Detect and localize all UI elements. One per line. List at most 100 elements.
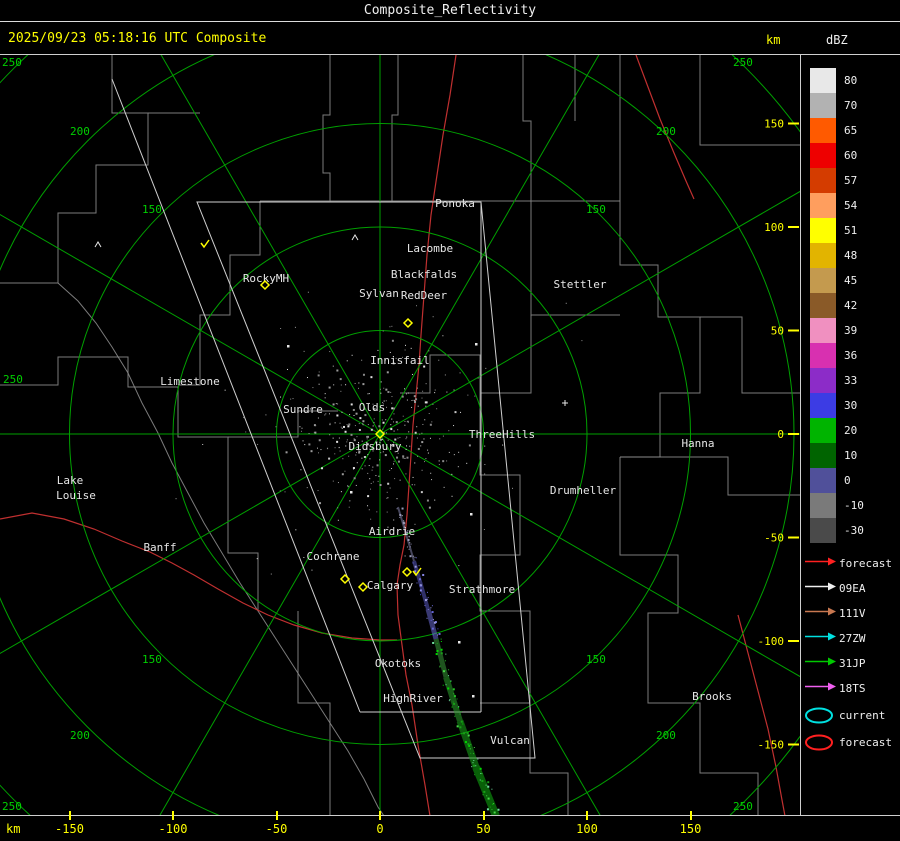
dbz-value-label: 80	[844, 74, 858, 87]
echo-speck	[386, 371, 389, 374]
echo-speck	[328, 457, 331, 460]
echo-speck	[391, 468, 393, 470]
echo-speck	[463, 732, 466, 735]
city-label-calgary: Calgary	[367, 579, 414, 592]
echo-speck	[425, 383, 427, 385]
echo-speck	[426, 499, 429, 502]
echo-speck	[303, 350, 305, 352]
echo-speck	[389, 326, 391, 328]
echo-speck	[367, 454, 369, 456]
echo-speck	[415, 398, 418, 401]
echo-speck	[361, 359, 363, 361]
echo-speck	[320, 509, 322, 511]
echo-speck	[472, 762, 474, 764]
dbz-swatch	[810, 493, 836, 518]
echo-speck	[370, 518, 372, 520]
echo-speck	[355, 484, 357, 486]
echo-speck	[300, 469, 302, 471]
echo-speck	[396, 498, 398, 500]
echo-speck	[475, 765, 477, 767]
echo-speck	[367, 393, 369, 395]
echo-speck	[381, 419, 383, 421]
echo-speck	[444, 374, 446, 376]
echo-speck	[472, 753, 474, 755]
echo-speck	[342, 458, 344, 460]
echo-speck	[340, 426, 342, 428]
legend-label: 09EA	[839, 582, 866, 595]
echo-speck	[485, 367, 487, 369]
echo-speck	[457, 466, 459, 468]
dbz-level-row: 30	[801, 393, 900, 418]
legend-label: forecast	[839, 736, 892, 749]
echo-speck	[432, 634, 434, 636]
county-boundary	[619, 201, 701, 458]
county-boundary	[530, 201, 620, 316]
echo-speck	[370, 376, 373, 379]
echo-speck	[431, 479, 433, 481]
echo-speck	[352, 467, 355, 470]
swath-segment	[443, 676, 463, 722]
echo-speck	[458, 706, 460, 708]
echo-speck	[425, 458, 427, 460]
station-dot-icon	[458, 641, 461, 644]
dbz-level-row: 10	[801, 443, 900, 468]
city-label-didsbury: Didsbury	[349, 440, 402, 453]
check-marker-icon	[200, 239, 210, 249]
city-label-reddeer: RedDeer	[401, 289, 448, 302]
echo-speck	[383, 387, 385, 389]
dbz-value-label: -30	[844, 524, 864, 537]
city-label-ponoka: Ponoka	[435, 197, 475, 210]
echo-speck	[392, 407, 395, 410]
echo-speck	[483, 528, 485, 530]
echo-speck	[415, 557, 417, 559]
echo-speck	[565, 302, 567, 304]
legend-track-31jp: 31JP	[801, 650, 900, 675]
echo-speck	[337, 482, 339, 484]
echo-speck	[406, 546, 408, 548]
echo-speck	[356, 462, 358, 464]
echo-speck	[334, 447, 336, 449]
echo-speck	[318, 371, 320, 373]
echo-speck	[361, 457, 363, 459]
echo-speck	[411, 406, 413, 408]
dbz-swatch	[810, 368, 836, 393]
station-dot-icon	[470, 513, 473, 516]
range-label: 200	[70, 125, 90, 138]
echo-speck	[304, 444, 306, 446]
dbz-swatch	[810, 93, 836, 118]
echo-speck	[449, 699, 451, 701]
radar-viewer-window: Composite_Reflectivity 2025/09/23 05:18:…	[0, 0, 900, 841]
dbz-value-label: 10	[844, 449, 858, 462]
echo-speck	[412, 555, 414, 557]
echo-speck	[361, 468, 363, 470]
echo-speck	[404, 555, 406, 557]
echo-speck	[422, 390, 424, 392]
echo-speck	[295, 529, 297, 531]
echo-speck	[442, 460, 445, 463]
dbz-level-row: 70	[801, 93, 900, 118]
dbz-swatch	[810, 418, 836, 443]
echo-speck	[451, 706, 453, 708]
echo-speck	[287, 368, 289, 370]
echo-speck	[348, 506, 350, 508]
x-axis-tick-label: 150	[679, 822, 702, 836]
dbz-value-label: 33	[844, 374, 858, 387]
range-label: 150	[586, 203, 606, 216]
echo-speck	[379, 459, 381, 461]
echo-speck	[350, 403, 353, 406]
echo-speck	[404, 420, 406, 422]
echo-speck	[431, 611, 434, 614]
dbz-colorbar: 80 70 65 60 57 54 51 48 45 42 39 36 33 30 20 10 0 -10 -30	[801, 68, 900, 543]
city-label-highriver: HighRiver	[383, 692, 443, 705]
echo-speck	[390, 428, 393, 431]
county-boundary	[619, 457, 759, 816]
echo-speck	[348, 423, 351, 426]
echo-speck	[464, 741, 467, 744]
radar-map[interactable]: 150 200 250 150 200 250 150 200 250 150 200 250 250 P…	[0, 55, 800, 816]
echo-speck	[417, 387, 419, 389]
echo-speck	[406, 445, 408, 447]
echo-speck	[581, 340, 583, 342]
echo-speck	[447, 687, 450, 690]
echo-speck	[453, 695, 456, 698]
azimuth-spoke	[160, 55, 381, 435]
